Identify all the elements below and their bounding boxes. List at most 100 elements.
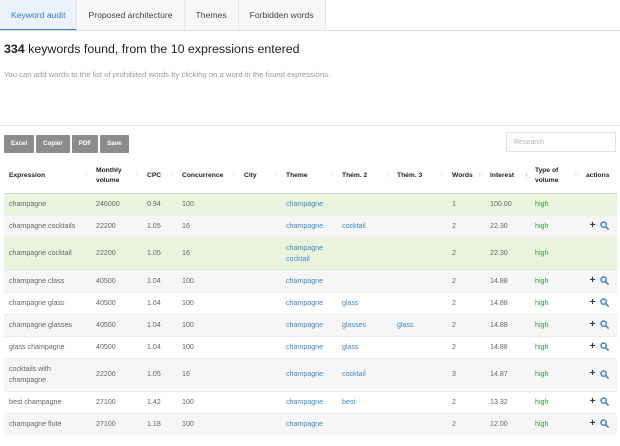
column-header-them2[interactable]: Thém. 2 ↑↓	[337, 160, 392, 194]
search-input[interactable]	[506, 132, 616, 152]
column-header-concurrence[interactable]: Concurrence ↑↓	[177, 160, 239, 194]
plus-icon[interactable]: +	[590, 341, 596, 352]
sort-arrows-icon[interactable]: ↑↓	[232, 172, 237, 181]
cell-them3[interactable]	[392, 357, 447, 391]
magnifier-icon[interactable]	[600, 221, 610, 230]
column-header-expression[interactable]: Expression ↑↓	[4, 160, 91, 194]
cell-them3[interactable]	[392, 291, 447, 314]
column-header-cpc[interactable]: CPC ↑↓	[142, 160, 177, 194]
cell-them2[interactable]: best	[337, 390, 392, 413]
plus-icon[interactable]: +	[590, 319, 596, 330]
cell-expression[interactable]: champagne glasses	[4, 313, 91, 336]
cell-them3[interactable]	[392, 335, 447, 358]
sort-arrows-icon[interactable]: ↑↓	[274, 172, 279, 181]
cell-expression[interactable]: champagne flute	[4, 412, 91, 435]
tab-themes[interactable]: Themes	[184, 0, 239, 31]
save-button[interactable]: Save	[100, 135, 129, 153]
plus-icon[interactable]: +	[590, 275, 596, 286]
sort-arrows-icon[interactable]: ↑↓	[440, 172, 445, 181]
table-row: champagne 246000 0.94 100 champagne 1 100.00 hi…	[4, 192, 617, 215]
cell-them3[interactable]	[392, 412, 447, 435]
cell-concurrence: 100	[177, 335, 239, 358]
column-header-words[interactable]: Words ↑↓	[447, 160, 485, 194]
magnifier-icon[interactable]	[600, 342, 610, 351]
magnifier-icon[interactable]	[600, 369, 610, 379]
cell-theme[interactable]: champagne	[281, 335, 337, 358]
cell-expression[interactable]: champagne glass	[4, 291, 91, 314]
results-summary: 334 keywords found, from the 10 expressi…	[4, 42, 300, 56]
sort-arrows-icon[interactable]: ↑↓	[574, 172, 579, 181]
cell-them2[interactable]: glasses	[337, 313, 392, 336]
keywords-table: Expression ↑↓ Monthly volume ↑↓ CPC ↑↓ Concurr…	[4, 160, 617, 435]
row-actions: +	[590, 220, 610, 231]
cell-type: high	[530, 269, 581, 292]
tab-keyword-audit[interactable]: Keyword audit	[0, 0, 78, 31]
sort-arrows-icon[interactable]: ↑↓	[84, 172, 89, 181]
cell-them2[interactable]	[337, 412, 392, 435]
sort-arrows-icon[interactable]: ↑↓	[170, 172, 175, 181]
plus-icon[interactable]: +	[590, 396, 596, 407]
plus-icon[interactable]: +	[590, 369, 596, 379]
column-header-type[interactable]: Type of volume ↑↓	[530, 160, 581, 194]
magnifier-icon[interactable]	[600, 276, 610, 285]
cell-expression[interactable]: cocktails with champagne	[4, 357, 91, 391]
column-header-city[interactable]: City ↑↓	[239, 160, 281, 194]
magnifier-icon[interactable]	[600, 419, 610, 429]
cell-them3[interactable]	[392, 192, 447, 215]
plus-icon[interactable]: +	[590, 297, 596, 308]
cell-expression[interactable]: champagne cocktail	[4, 236, 91, 270]
cell-theme[interactable]: champagne	[281, 291, 337, 314]
cell-city	[239, 236, 281, 270]
cell-them3[interactable]	[392, 269, 447, 292]
tab-proposed-architecture[interactable]: Proposed architecture	[77, 0, 185, 31]
cell-them2[interactable]: glass	[337, 335, 392, 358]
cell-theme[interactable]: champagne	[281, 390, 337, 413]
cell-theme[interactable]: champagne	[281, 192, 337, 215]
cell-theme[interactable]: champagne	[281, 214, 337, 237]
pdf-button[interactable]: PDF	[71, 135, 99, 153]
cell-them2[interactable]	[337, 236, 392, 270]
excel-button[interactable]: Excel	[4, 135, 35, 153]
row-actions: +	[590, 418, 610, 429]
cell-expression[interactable]: champagne	[4, 192, 91, 215]
cell-them3[interactable]	[392, 390, 447, 413]
cell-expression[interactable]: glass champagne	[4, 335, 91, 358]
cell-them3[interactable]	[392, 236, 447, 270]
cell-cpc: 1.05	[142, 214, 177, 237]
column-header-theme[interactable]: Theme ↑↓	[281, 160, 337, 194]
column-header-interest[interactable]: Interest ↓	[485, 160, 530, 194]
plus-icon[interactable]: +	[590, 418, 596, 429]
copier-button[interactable]: Copier	[36, 135, 70, 153]
sort-arrows-icon[interactable]: ↑↓	[135, 172, 140, 181]
cell-them3[interactable]: glass	[392, 313, 447, 336]
cell-theme[interactable]: champagne cocktail	[281, 236, 337, 270]
plus-icon[interactable]: +	[590, 220, 596, 231]
cell-theme[interactable]: champagne	[281, 313, 337, 336]
cell-theme[interactable]: champagne	[281, 357, 337, 391]
cell-type: high	[530, 291, 581, 314]
sort-arrows-icon[interactable]: ↑↓	[330, 172, 335, 181]
column-header-label: Concurrence	[182, 172, 224, 180]
cell-expression[interactable]: champagne cocktails	[4, 214, 91, 237]
cell-theme[interactable]: champagne	[281, 269, 337, 292]
cell-them2[interactable]: glass	[337, 291, 392, 314]
sort-arrows-icon[interactable]: ↑↓	[385, 172, 390, 181]
cell-them2[interactable]	[337, 269, 392, 292]
cell-them2[interactable]: cocktail	[337, 357, 392, 391]
cell-expression[interactable]: champagne class	[4, 269, 91, 292]
cell-expression[interactable]: best champagne	[4, 390, 91, 413]
column-header-volume[interactable]: Monthly volume ↑↓	[91, 160, 142, 194]
tab-forbidden-words[interactable]: Forbidden words	[238, 0, 326, 31]
cell-them2[interactable]	[337, 192, 392, 215]
sort-arrows-icon[interactable]: ↑↓	[478, 172, 483, 181]
cell-theme[interactable]: champagne	[281, 412, 337, 435]
cell-them2[interactable]: cocktail	[337, 214, 392, 237]
magnifier-icon[interactable]	[600, 320, 610, 329]
magnifier-icon[interactable]	[600, 298, 610, 307]
column-header-them3[interactable]: Thém. 3 ↑↓	[392, 160, 447, 194]
cell-concurrence: 16	[177, 214, 239, 237]
magnifier-icon[interactable]	[600, 397, 610, 406]
cell-them3[interactable]	[392, 214, 447, 237]
cell-words: 2	[447, 236, 485, 270]
sort-arrows-icon[interactable]: ↓	[525, 172, 528, 181]
